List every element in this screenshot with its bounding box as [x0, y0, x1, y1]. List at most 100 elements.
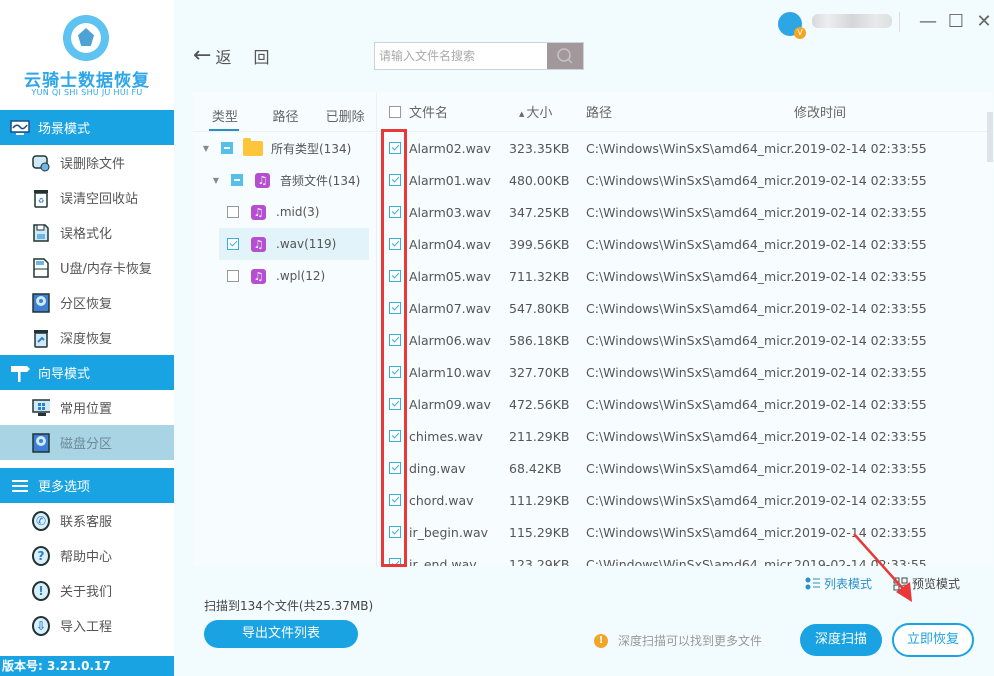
select-all-checkbox[interactable] — [389, 105, 401, 118]
preview-mode-toggle[interactable]: 预览模式 — [893, 575, 960, 592]
sidebar-item-label: 深度恢复 — [60, 332, 113, 347]
table-row[interactable]: Alarm04.wav 399.56KB C:\Windows\WinSxS\amd… — [377, 228, 993, 260]
close-button[interactable]: ✕ — [974, 12, 994, 32]
tab-path[interactable]: 路径 — [257, 92, 315, 131]
file-name: Alarm09.wav — [409, 396, 491, 412]
scrollbar-thumb[interactable] — [987, 112, 993, 162]
signpost-icon — [10, 365, 30, 382]
search-button[interactable] — [547, 43, 583, 69]
table-row[interactable]: Alarm09.wav 472.56KB C:\Windows\WinSxS\amd… — [377, 388, 993, 420]
row-checkbox[interactable] — [389, 238, 401, 250]
import-project-icon: ⇩ — [32, 615, 50, 636]
deep-scan-button[interactable]: 深度扫描 — [800, 624, 882, 656]
file-modified-time: 2019-02-14 02:33:55 — [794, 460, 927, 476]
export-file-list-button[interactable]: 导出文件列表 — [204, 620, 358, 648]
section-guide-mode[interactable]: 向导模式 — [0, 355, 174, 390]
file-path: C:\Windows\WinSxS\amd64_micr... — [586, 492, 794, 508]
app-logo: 云骑士数据恢复 YUN QI SHI SHU JU HUI FU — [0, 0, 174, 110]
section-more-options[interactable]: 更多选项 — [0, 468, 174, 503]
file-modified-time: 2019-02-14 02:33:55 — [794, 204, 927, 220]
tree-node[interactable]: ♫ .mid(3) — [193, 196, 376, 228]
table-row[interactable]: Alarm01.wav 480.00KB C:\Windows\WinSxS\amd… — [377, 164, 993, 196]
sidebar-item-common-locations[interactable]: 常用位置 — [0, 390, 174, 425]
row-checkbox[interactable] — [389, 526, 401, 538]
scan-summary: 扫描到134个文件(共25.37MB) — [204, 599, 374, 613]
floppy-disk-icon — [32, 223, 50, 243]
section-scene-mode[interactable]: 场景模式 — [0, 110, 174, 145]
list-mode-toggle[interactable]: 列表模式 — [805, 575, 872, 592]
preview-mode-label: 预览模式 — [912, 577, 961, 591]
tree-checkbox[interactable] — [227, 238, 239, 250]
row-checkbox[interactable] — [389, 430, 401, 442]
row-checkbox[interactable] — [389, 398, 401, 410]
file-modified-time: 2019-02-14 02:33:55 — [794, 556, 927, 567]
search-input[interactable] — [375, 43, 547, 69]
row-checkbox[interactable] — [389, 206, 401, 218]
sidebar-item-usb-card[interactable]: U盘/内存卡恢复 — [0, 250, 174, 285]
tree-checkbox[interactable] — [227, 206, 239, 218]
sidebar-item-contact-support[interactable]: ✆ 联系客服 — [0, 503, 174, 538]
expand-caret-icon[interactable]: ▼ — [209, 176, 223, 185]
table-row[interactable]: chord.wav 111.29KB C:\Windows\WinSxS\amd64… — [377, 484, 993, 516]
row-checkbox[interactable] — [389, 302, 401, 314]
sidebar-item-disk-partition[interactable]: 磁盘分区 — [0, 425, 174, 460]
search-icon — [557, 48, 573, 64]
sidebar-item-help-center[interactable]: ? 帮助中心 — [0, 538, 174, 573]
recover-now-button[interactable]: 立即恢复 — [892, 623, 974, 657]
tree-checkbox[interactable] — [227, 270, 239, 282]
table-row[interactable]: Alarm06.wav 586.18KB C:\Windows\WinSxS\amd… — [377, 324, 993, 356]
tree-checkbox[interactable] — [231, 174, 243, 186]
table-row[interactable]: ir_end.wav 123.29KB C:\Windows\WinSxS\amd6… — [377, 548, 993, 566]
deleted-file-icon — [32, 153, 50, 173]
sidebar-item-label: 关于我们 — [60, 585, 113, 600]
column-header-size[interactable]: ▲ 大小 — [509, 102, 584, 121]
section-title: 场景模式 — [38, 122, 91, 137]
sidebar-item-deep-recover[interactable]: 深度恢复 — [0, 320, 174, 355]
column-header-time[interactable]: 修改时间 — [794, 102, 974, 121]
tree-node[interactable]: ▼ 所有类型(134) — [193, 132, 376, 164]
minimize-button[interactable]: — — [918, 12, 938, 32]
sidebar-item-recycle-bin[interactable]: ♻ 误清空回收站 — [0, 180, 174, 215]
table-row[interactable]: Alarm02.wav 323.35KB C:\Windows\WinSxS\amd… — [377, 132, 993, 164]
table-row[interactable]: ir_begin.wav 115.29KB C:\Windows\WinSxS\am… — [377, 516, 993, 548]
back-button[interactable]: ← 返回 — [193, 44, 291, 68]
user-avatar[interactable]: V — [778, 12, 806, 39]
row-checkbox[interactable] — [389, 558, 401, 566]
maximize-button[interactable]: ☐ — [946, 12, 966, 32]
expand-caret-icon[interactable]: ▼ — [199, 144, 213, 153]
phone-icon: ✆ — [32, 510, 50, 531]
file-size: 68.42KB — [509, 460, 562, 476]
tree-checkbox[interactable] — [221, 142, 233, 154]
file-path: C:\Windows\WinSxS\amd64_micr... — [586, 236, 794, 252]
table-row[interactable]: Alarm07.wav 547.80KB C:\Windows\WinSxS\amd… — [377, 292, 993, 324]
row-checkbox[interactable] — [389, 270, 401, 282]
tree-node[interactable]: ♫ .wpl(12) — [193, 260, 376, 292]
table-row[interactable]: Alarm05.wav 711.32KB C:\Windows\WinSxS\amd… — [377, 260, 993, 292]
sidebar-item-formatted[interactable]: 误格式化 — [0, 215, 174, 250]
row-checkbox[interactable] — [389, 494, 401, 506]
file-table: 文件名 ▲ 大小 路径 修改时间 Alarm02.wav 323.35KB C:\Wi… — [377, 92, 993, 566]
tip-text: 深度扫描可以找到更多文件 — [618, 634, 763, 648]
file-modified-time: 2019-02-14 02:33:55 — [794, 300, 927, 316]
column-header-name[interactable]: 文件名 — [401, 102, 509, 121]
tab-type[interactable]: 类型 — [193, 92, 257, 131]
tree-node[interactable]: ♫ .wav(119) — [219, 228, 369, 260]
sidebar-item-partition-recover[interactable]: 分区恢复 — [0, 285, 174, 320]
row-checkbox[interactable] — [389, 142, 401, 154]
tab-deleted[interactable]: 已删除 — [314, 92, 376, 131]
row-checkbox[interactable] — [389, 334, 401, 346]
hamburger-menu-icon — [10, 478, 30, 494]
sidebar-item-import-project[interactable]: ⇩ 导入工程 — [0, 608, 174, 643]
sidebar-item-about-us[interactable]: ! 关于我们 — [0, 573, 174, 608]
row-checkbox[interactable] — [389, 462, 401, 474]
sidebar-item-deleted-files[interactable]: 误删除文件 — [0, 145, 174, 180]
table-row[interactable]: Alarm03.wav 347.25KB C:\Windows\WinSxS\amd… — [377, 196, 993, 228]
row-checkbox[interactable] — [389, 366, 401, 378]
table-row[interactable]: Alarm10.wav 327.70KB C:\Windows\WinSxS\amd… — [377, 356, 993, 388]
tree-node[interactable]: ▼ ♫ 音频文件(134) — [193, 164, 376, 196]
table-row[interactable]: ding.wav 68.42KB C:\Windows\WinSxS\amd64_m… — [377, 452, 993, 484]
table-row[interactable]: chimes.wav 211.29KB C:\Windows\WinSxS\amd6… — [377, 420, 993, 452]
row-checkbox[interactable] — [389, 174, 401, 186]
arrow-left-icon: ← — [193, 43, 212, 68]
column-header-path[interactable]: 路径 — [584, 102, 794, 121]
